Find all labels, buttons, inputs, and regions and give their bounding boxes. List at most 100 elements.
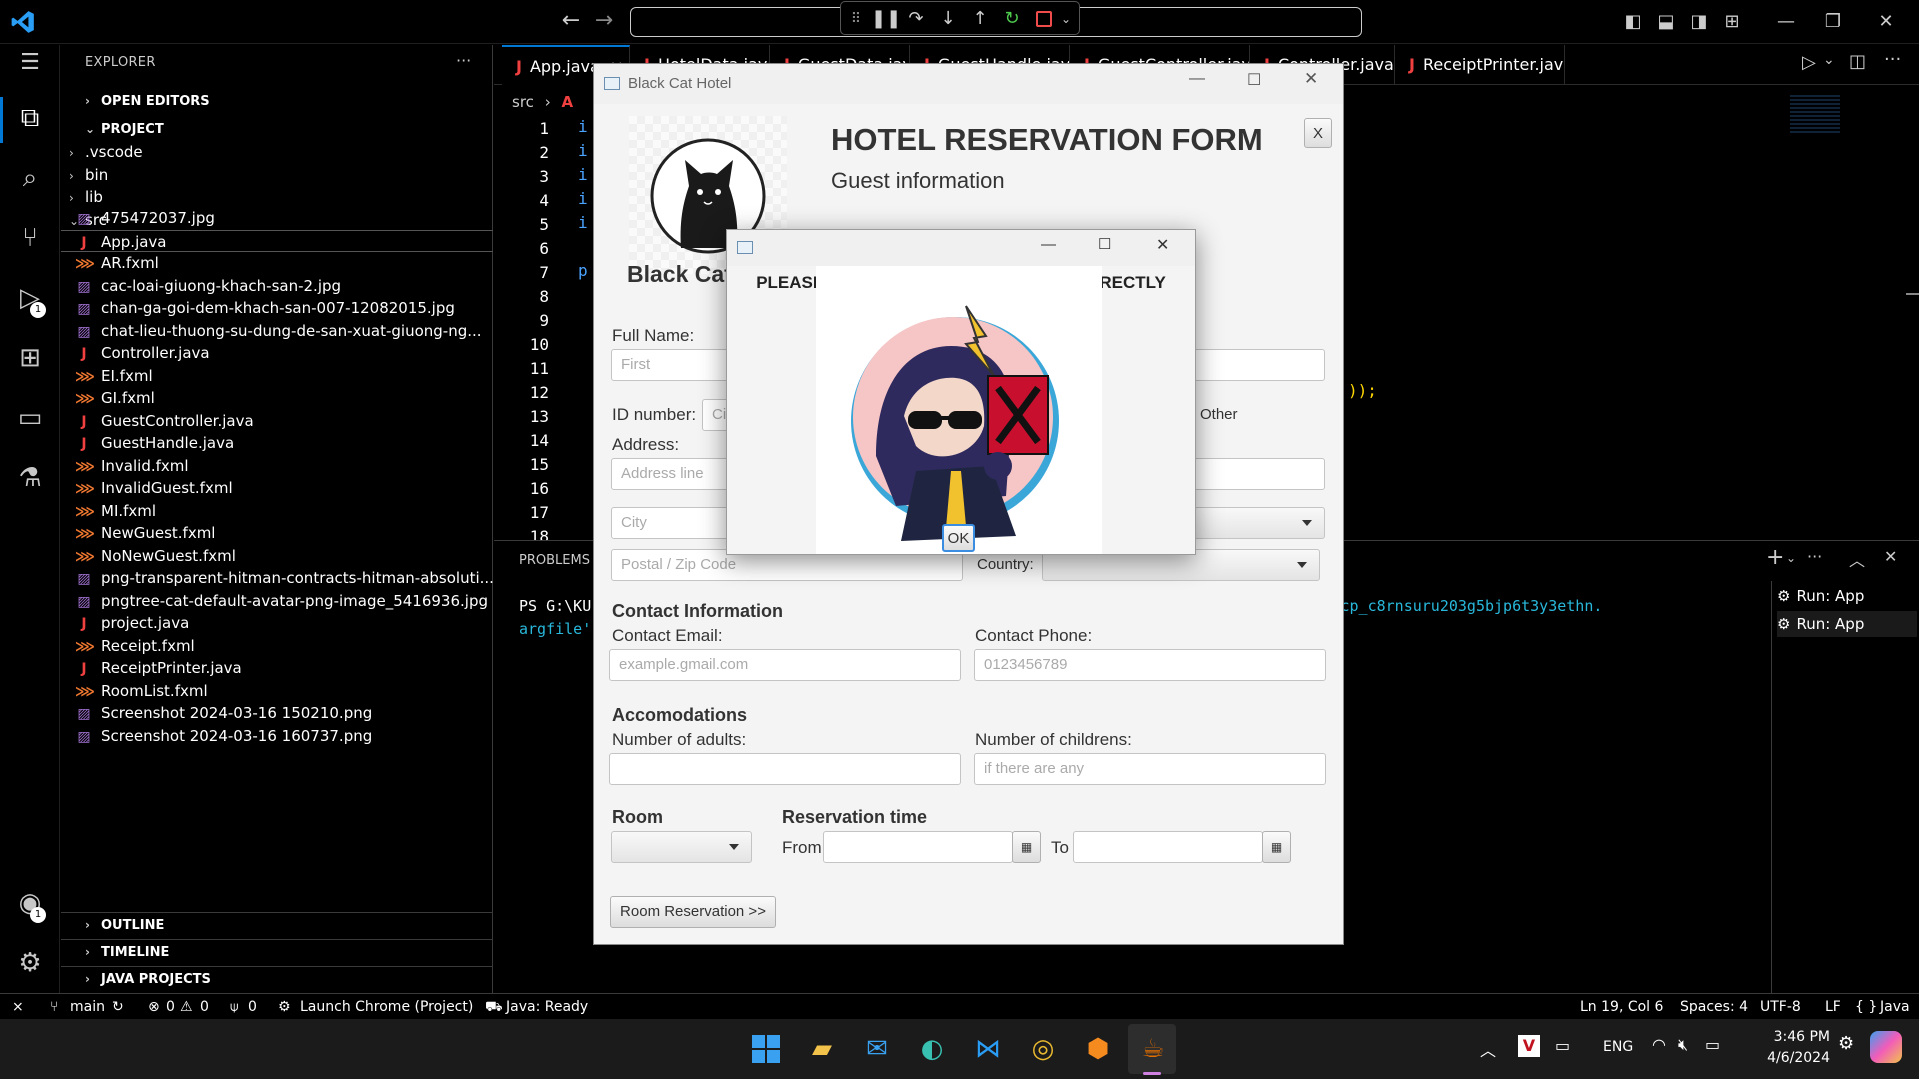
copilot-icon[interactable] xyxy=(1870,1031,1902,1063)
outline-section[interactable]: › OUTLINE xyxy=(61,912,493,936)
clock-date[interactable]: 4/6/2024 xyxy=(1740,1050,1830,1066)
adults-input[interactable] xyxy=(609,753,961,785)
clock-time[interactable]: 3:46 PM xyxy=(1750,1029,1830,1045)
terminal-instance[interactable]: ⚙ Run: App xyxy=(1777,611,1917,637)
toggle-sidebar-icon[interactable]: ◧ xyxy=(1620,9,1646,35)
code-line-5[interactable]: i xyxy=(578,213,588,232)
file-item[interactable]: ▨ cac-loai-giuong-khach-san-2.jpg xyxy=(61,275,493,297)
open-editors-section[interactable]: › OPEN EDITORS xyxy=(61,89,493,113)
terminal-instance[interactable]: ⚙ Run: App xyxy=(1777,583,1917,609)
file-item[interactable]: ⋙ Invalid.fxml xyxy=(61,455,493,477)
code-line-2[interactable]: i xyxy=(578,141,588,160)
contact-phone-input[interactable]: 0123456789 xyxy=(974,649,1326,681)
ports-count[interactable]: 0 xyxy=(248,994,257,1020)
notification-bell-icon[interactable]: ⚙ xyxy=(1838,1033,1854,1054)
other-option-label[interactable]: Other xyxy=(1200,406,1238,423)
branch-icon[interactable]: ⑂ xyxy=(50,994,58,1020)
extensions-icon[interactable]: ⊞ xyxy=(12,340,48,376)
device-icon[interactable]: ▭ xyxy=(1555,1036,1570,1055)
step-out-icon[interactable]: ↑ xyxy=(967,6,993,32)
file-item[interactable]: ⋙ InvalidGuest.fxml xyxy=(61,477,493,499)
from-calendar-icon[interactable]: ▦ xyxy=(1012,831,1041,863)
launch-config[interactable]: Launch Chrome (Project) xyxy=(300,994,473,1020)
chevron-down-icon[interactable]: ⌄ xyxy=(1053,6,1079,32)
explorer-icon[interactable]: ⧉ xyxy=(12,100,48,136)
code-line-7[interactable]: p xyxy=(578,261,588,280)
remote-icon[interactable]: ⨯ xyxy=(12,994,24,1020)
warning-count[interactable]: 0 xyxy=(200,994,209,1020)
language-indicator[interactable]: ENG xyxy=(1603,1039,1633,1055)
brave-icon[interactable]: ⬢ xyxy=(1078,1029,1118,1069)
language-mode[interactable]: Java xyxy=(1880,994,1910,1020)
room-reservation-button[interactable]: Room Reservation >> xyxy=(610,896,776,928)
editor-more-icon[interactable]: ··· xyxy=(1884,49,1901,70)
error-icon[interactable]: ⊗ xyxy=(148,994,160,1020)
panel-more-icon[interactable]: ··· xyxy=(1807,547,1822,566)
warning-icon[interactable]: ⚠ xyxy=(180,994,193,1020)
menu-icon[interactable]: ☰ xyxy=(12,45,48,81)
more-actions-icon[interactable]: ··· xyxy=(456,51,471,70)
mail-icon[interactable]: ✉ xyxy=(857,1029,897,1069)
breadcrumb-file[interactable]: A xyxy=(561,93,573,111)
pause-icon[interactable]: ❚❚ xyxy=(871,6,901,32)
restart-icon[interactable]: ↻ xyxy=(999,6,1025,32)
chevron-down-icon[interactable]: ⌄ xyxy=(1823,52,1835,68)
code-line-12[interactable]: )); xyxy=(1348,381,1377,400)
file-item[interactable]: ⋙ NoNewGuest.fxml xyxy=(61,545,493,567)
file-item[interactable]: ▨ Screenshot 2024-03-16 160737.png xyxy=(61,725,493,747)
minimize-icon[interactable]: — xyxy=(1773,9,1799,35)
timeline-section[interactable]: › TIMELINE xyxy=(61,939,493,963)
vscode-taskbar-icon[interactable]: ⋈ xyxy=(968,1029,1008,1069)
customize-layout-icon[interactable]: ⊞ xyxy=(1719,9,1745,35)
stop-icon[interactable] xyxy=(1036,11,1052,27)
alert-close-icon[interactable]: ✕ xyxy=(1156,235,1169,255)
java-status-icon[interactable]: ⛟ xyxy=(485,994,503,1020)
forward-arrow-icon[interactable]: → xyxy=(591,8,617,34)
source-control-icon[interactable]: ⑂ xyxy=(12,220,48,256)
battery-icon[interactable]: ▭ xyxy=(1705,1035,1720,1054)
start-icon[interactable] xyxy=(746,1029,786,1069)
editor-tab[interactable]: J ReceiptPrinter.java xyxy=(1395,45,1565,85)
back-arrow-icon[interactable]: ← xyxy=(558,8,584,34)
java-status[interactable]: Java: Ready xyxy=(506,994,588,1020)
run-icon[interactable]: ▷ xyxy=(1802,52,1816,73)
last-name-input[interactable] xyxy=(1194,349,1325,381)
file-item[interactable]: J GuestController.java xyxy=(61,410,493,432)
contact-email-input[interactable]: example.gmail.com xyxy=(609,649,961,681)
app-maximize-icon[interactable]: ☐ xyxy=(1247,70,1261,90)
folder--vscode[interactable]: › .vscode xyxy=(61,141,493,163)
to-calendar-icon[interactable]: ▦ xyxy=(1262,831,1291,863)
form-close-button[interactable]: X xyxy=(1304,118,1332,148)
launch-icon[interactable]: ⚙ xyxy=(278,994,291,1020)
volume-muted-icon[interactable]: 🔇︎ xyxy=(1678,1035,1688,1055)
scrollbar-marker[interactable] xyxy=(1906,293,1919,295)
edge-browser-icon[interactable]: ◐ xyxy=(912,1029,952,1069)
code-line-3[interactable]: i xyxy=(578,165,588,184)
file-item[interactable]: ▨ png-transparent-hitman-contracts-hitman… xyxy=(61,567,493,589)
error-count[interactable]: 0 xyxy=(166,994,175,1020)
toggle-secondary-sidebar-icon[interactable]: ◨ xyxy=(1686,9,1712,35)
file-item[interactable]: J ReceiptPrinter.java xyxy=(61,657,493,679)
chrome-icon[interactable]: ◎ xyxy=(1023,1029,1063,1069)
testing-icon[interactable]: ⚗ xyxy=(12,460,48,496)
settings-gear-icon[interactable]: ⚙ xyxy=(12,945,48,981)
wifi-icon[interactable]: ◠ xyxy=(1652,1035,1666,1054)
maximize-panel-icon[interactable]: ︿ xyxy=(1849,547,1865,571)
room-combo[interactable] xyxy=(611,831,752,863)
file-item[interactable]: J App.java xyxy=(61,229,493,252)
file-item[interactable]: J GuestHandle.java xyxy=(61,432,493,454)
alert-minimize-icon[interactable]: — xyxy=(1041,236,1056,253)
indentation[interactable]: Spaces: 4 xyxy=(1680,994,1748,1020)
cursor-position[interactable]: Ln 19, Col 6 xyxy=(1580,994,1663,1020)
app-minimize-icon[interactable]: — xyxy=(1189,70,1205,88)
project-section[interactable]: ⌄ PROJECT xyxy=(61,117,493,141)
folder-bin[interactable]: › bin xyxy=(61,164,493,186)
breadcrumb-folder[interactable]: src xyxy=(512,93,534,111)
step-over-icon[interactable]: ↷ xyxy=(903,6,929,32)
file-explorer-icon[interactable]: ▰ xyxy=(802,1029,842,1069)
drag-handle-icon[interactable]: ⠿ xyxy=(843,6,869,32)
chevron-down-icon[interactable]: ⌄ xyxy=(1786,551,1796,565)
alert-ok-button[interactable]: OK xyxy=(942,524,975,552)
from-date-input[interactable] xyxy=(823,831,1013,863)
file-item[interactable]: ⋙ GI.fxml xyxy=(61,387,493,409)
